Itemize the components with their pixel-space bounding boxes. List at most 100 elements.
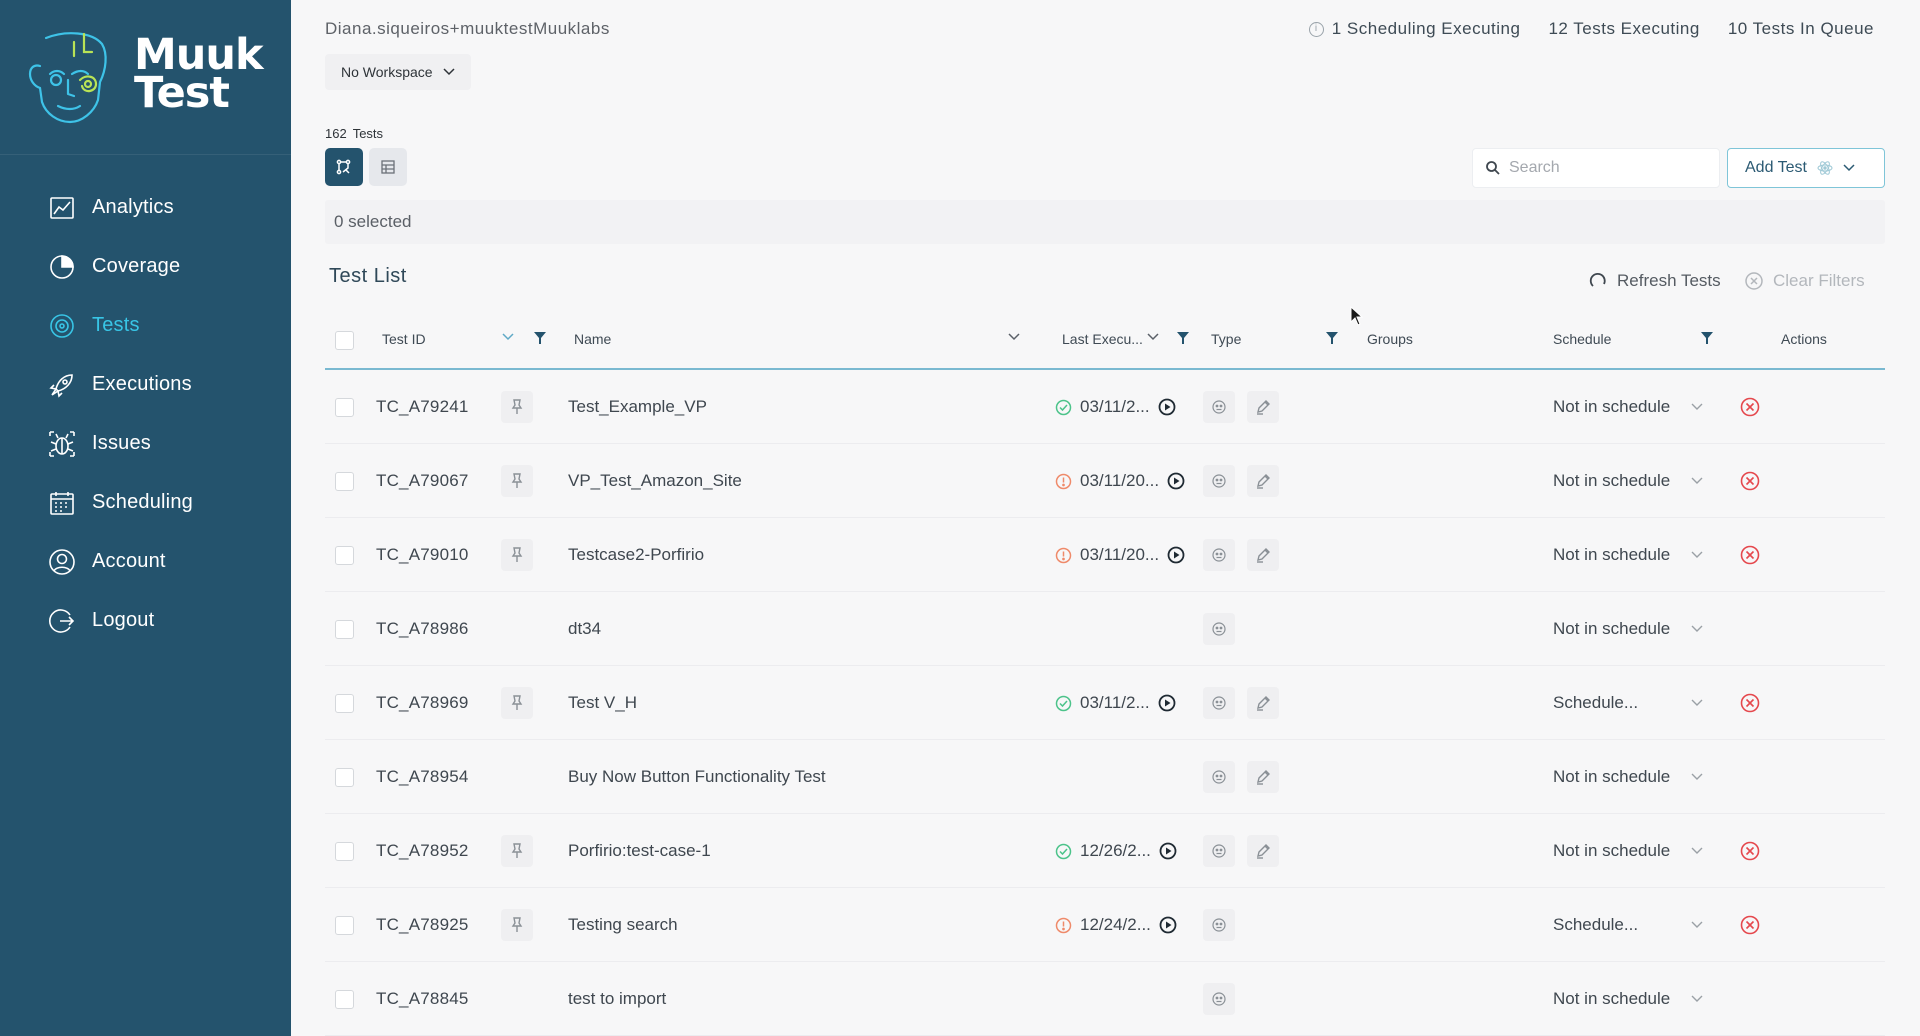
select-all-checkbox[interactable] xyxy=(335,331,354,350)
test-name[interactable]: Testcase2-Porfirio xyxy=(568,518,704,592)
edit-test-button[interactable] xyxy=(1247,539,1279,571)
col-type[interactable]: Type xyxy=(1211,331,1241,347)
sidebar-item-logout[interactable]: Logout xyxy=(0,591,291,650)
sidebar-item-scheduling[interactable]: Scheduling xyxy=(0,473,291,532)
type-robot-button[interactable] xyxy=(1203,391,1235,423)
type-robot-button[interactable] xyxy=(1203,835,1235,867)
logo[interactable]: Muuk Test xyxy=(0,0,291,155)
row-checkbox[interactable] xyxy=(335,545,354,565)
row-checkbox[interactable] xyxy=(335,619,354,639)
table-row[interactable]: TC_A78925 Testing search 12/24/2... Schedul… xyxy=(325,888,1885,962)
sort-chevron-icon[interactable] xyxy=(1008,332,1020,342)
table-row[interactable]: TC_A78954 Buy Now Button Functionality Te… xyxy=(325,740,1885,814)
edit-test-button[interactable] xyxy=(1247,465,1279,497)
edit-test-button[interactable] xyxy=(1247,835,1279,867)
pin-button[interactable] xyxy=(501,687,533,719)
run-test-button[interactable] xyxy=(1167,472,1185,490)
search-box[interactable] xyxy=(1472,148,1720,188)
col-name[interactable]: Name xyxy=(574,331,611,347)
row-checkbox[interactable] xyxy=(335,915,354,935)
col-test-id[interactable]: Test ID xyxy=(382,331,426,347)
test-name[interactable]: Test_Example_VP xyxy=(568,370,707,444)
test-id[interactable]: TC_A79010 xyxy=(376,518,469,592)
list-view-button[interactable] xyxy=(369,148,407,186)
tree-view-button[interactable] xyxy=(325,148,363,186)
run-test-button[interactable] xyxy=(1159,842,1177,860)
type-robot-button[interactable] xyxy=(1203,983,1235,1015)
type-robot-button[interactable] xyxy=(1203,539,1235,571)
test-name[interactable]: Porfirio:test-case-1 xyxy=(568,814,711,888)
test-name[interactable]: test to import xyxy=(568,962,666,1036)
workspace-dropdown[interactable]: No Workspace xyxy=(325,54,471,90)
schedule-dropdown[interactable]: Not in schedule xyxy=(1553,471,1703,491)
pin-button[interactable] xyxy=(501,465,533,497)
sort-chevron-icon[interactable] xyxy=(1147,332,1159,342)
table-row[interactable]: TC_A78952 Porfirio:test-case-1 12/26/2... N… xyxy=(325,814,1885,888)
test-id[interactable]: TC_A78969 xyxy=(376,666,469,740)
pin-button[interactable] xyxy=(501,835,533,867)
scheduling-status[interactable]: i 1 Scheduling Executing xyxy=(1308,19,1521,39)
run-test-button[interactable] xyxy=(1167,546,1185,564)
filter-icon[interactable] xyxy=(1701,332,1713,344)
type-robot-button[interactable] xyxy=(1203,465,1235,497)
run-test-button[interactable] xyxy=(1159,916,1177,934)
type-robot-button[interactable] xyxy=(1203,613,1235,645)
table-row[interactable]: TC_A78845 test to import Not in schedule xyxy=(325,962,1885,1036)
type-robot-button[interactable] xyxy=(1203,687,1235,719)
test-name[interactable]: dt34 xyxy=(568,592,601,666)
delete-test-button[interactable] xyxy=(1740,471,1760,491)
delete-test-button[interactable] xyxy=(1740,397,1760,417)
sidebar-item-tests[interactable]: Tests xyxy=(0,296,291,355)
edit-test-button[interactable] xyxy=(1247,687,1279,719)
schedule-dropdown[interactable]: Not in schedule xyxy=(1553,545,1703,565)
refresh-tests-button[interactable]: Refresh Tests xyxy=(1589,271,1721,291)
edit-test-button[interactable] xyxy=(1247,761,1279,793)
table-row[interactable]: TC_A79241 Test_Example_VP 03/11/2... Not in… xyxy=(325,370,1885,444)
sidebar-item-issues[interactable]: Issues xyxy=(0,414,291,473)
sidebar-item-executions[interactable]: Executions xyxy=(0,355,291,414)
sidebar-item-account[interactable]: Account xyxy=(0,532,291,591)
schedule-dropdown[interactable]: Not in schedule xyxy=(1553,397,1703,417)
schedule-dropdown[interactable]: Schedule... xyxy=(1553,915,1703,935)
pin-button[interactable] xyxy=(501,391,533,423)
type-robot-button[interactable] xyxy=(1203,761,1235,793)
table-row[interactable]: TC_A78969 Test V_H 03/11/2... Schedule... xyxy=(325,666,1885,740)
row-checkbox[interactable] xyxy=(335,841,354,861)
sidebar-item-coverage[interactable]: Coverage xyxy=(0,237,291,296)
search-input[interactable] xyxy=(1509,159,1709,177)
tests-executing-status[interactable]: 12 Tests Executing xyxy=(1548,19,1699,39)
delete-test-button[interactable] xyxy=(1740,545,1760,565)
delete-test-button[interactable] xyxy=(1740,693,1760,713)
schedule-dropdown[interactable]: Not in schedule xyxy=(1553,619,1703,639)
schedule-dropdown[interactable]: Not in schedule xyxy=(1553,989,1703,1009)
test-id[interactable]: TC_A79241 xyxy=(376,370,469,444)
table-row[interactable]: TC_A79010 Testcase2-Porfirio 03/11/20... No… xyxy=(325,518,1885,592)
pin-button[interactable] xyxy=(501,909,533,941)
pin-button[interactable] xyxy=(501,539,533,571)
type-robot-button[interactable] xyxy=(1203,909,1235,941)
edit-test-button[interactable] xyxy=(1247,391,1279,423)
run-test-button[interactable] xyxy=(1158,694,1176,712)
row-checkbox[interactable] xyxy=(335,767,354,787)
test-name[interactable]: Testing search xyxy=(568,888,678,962)
test-id[interactable]: TC_A78925 xyxy=(376,888,469,962)
delete-test-button[interactable] xyxy=(1740,915,1760,935)
test-name[interactable]: VP_Test_Amazon_Site xyxy=(568,444,742,518)
filter-icon[interactable] xyxy=(534,332,546,344)
test-id[interactable]: TC_A78986 xyxy=(376,592,469,666)
row-checkbox[interactable] xyxy=(335,471,354,491)
col-groups[interactable]: Groups xyxy=(1367,331,1413,347)
schedule-dropdown[interactable]: Not in schedule xyxy=(1553,841,1703,861)
row-checkbox[interactable] xyxy=(335,693,354,713)
schedule-dropdown[interactable]: Schedule... xyxy=(1553,693,1703,713)
test-name[interactable]: Test V_H xyxy=(568,666,637,740)
table-row[interactable]: TC_A79067 VP_Test_Amazon_Site 03/11/20... N… xyxy=(325,444,1885,518)
sidebar-item-analytics[interactable]: Analytics xyxy=(0,178,291,237)
col-schedule[interactable]: Schedule xyxy=(1553,331,1611,347)
run-test-button[interactable] xyxy=(1158,398,1176,416)
row-checkbox[interactable] xyxy=(335,989,354,1009)
filter-icon[interactable] xyxy=(1177,332,1189,344)
test-id[interactable]: TC_A78952 xyxy=(376,814,469,888)
schedule-dropdown[interactable]: Not in schedule xyxy=(1553,767,1703,787)
tests-queue-status[interactable]: 10 Tests In Queue xyxy=(1728,19,1874,39)
